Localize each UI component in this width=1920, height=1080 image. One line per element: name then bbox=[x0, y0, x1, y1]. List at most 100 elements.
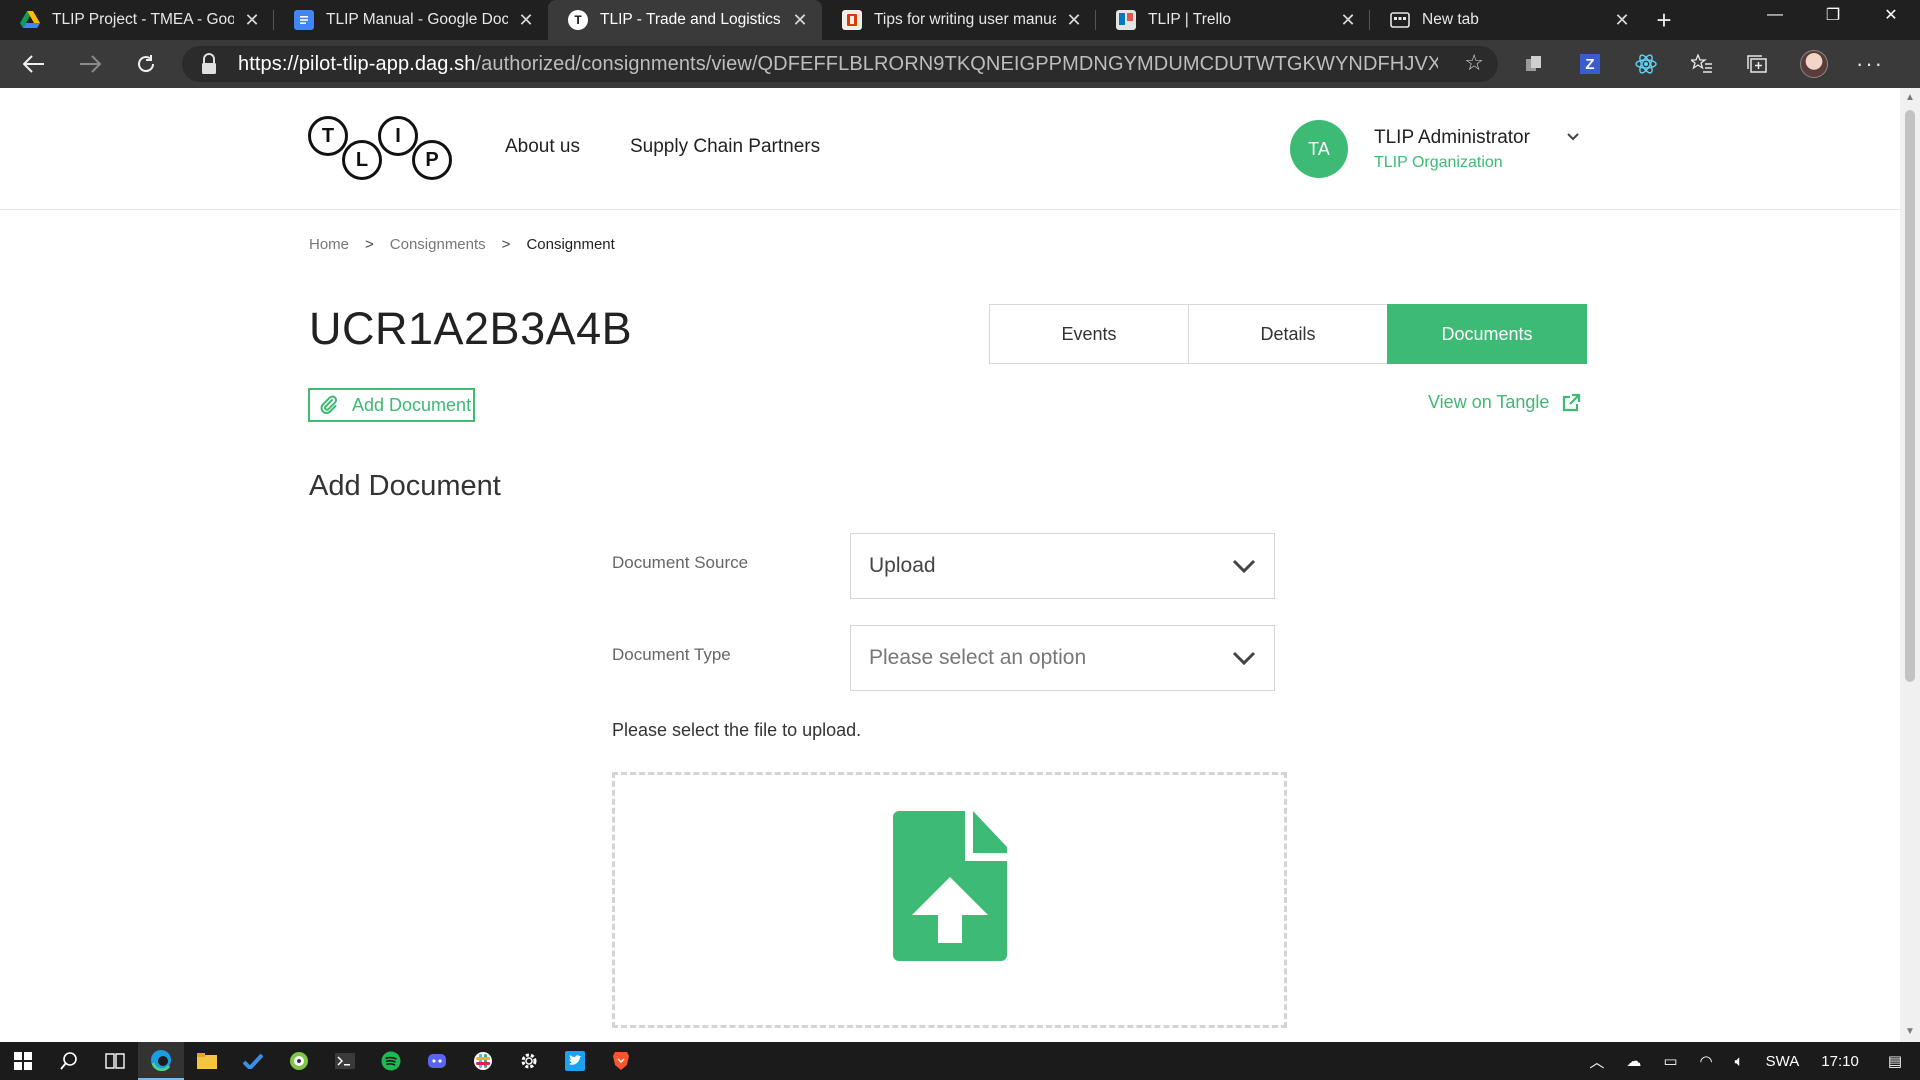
address-bar[interactable]: https://pilot-tlip-app.dag.sh/authorized… bbox=[182, 46, 1498, 82]
minimize-icon[interactable]: — bbox=[1746, 0, 1804, 30]
favorites-icon[interactable] bbox=[1674, 40, 1730, 88]
external-link-icon bbox=[1563, 393, 1581, 411]
chevron-up-icon[interactable]: ︿ bbox=[1578, 1051, 1615, 1072]
new-tab-button[interactable]: + bbox=[1644, 0, 1684, 40]
close-icon[interactable]: ✕ bbox=[1064, 10, 1084, 31]
close-window-icon[interactable]: ✕ bbox=[1862, 0, 1920, 30]
main-nav: About us Supply Chain Partners bbox=[505, 136, 820, 158]
notifications-icon[interactable]: ▤ bbox=[1870, 1052, 1920, 1070]
lock-icon[interactable] bbox=[200, 53, 218, 75]
paperclip-icon bbox=[320, 395, 338, 414]
collections-ext-icon[interactable] bbox=[1506, 40, 1562, 88]
browser-tab[interactable]: TLIP Project - TMEA - Google ✕ bbox=[0, 0, 274, 40]
collections-icon[interactable] bbox=[1730, 40, 1786, 88]
wifi-icon[interactable]: ◠ bbox=[1689, 1052, 1724, 1070]
page-scrollbar[interactable]: ▲ ▼ bbox=[1900, 88, 1920, 1042]
spotify-icon[interactable] bbox=[368, 1042, 414, 1080]
url-host: https://pilot-tlip-app.dag.sh bbox=[238, 52, 476, 75]
google-drive-icon bbox=[20, 10, 40, 30]
brave-icon[interactable] bbox=[598, 1042, 644, 1080]
browser-tab[interactable]: Tips for writing user manuals ✕ bbox=[822, 0, 1096, 40]
document-source-select[interactable]: Upload bbox=[850, 533, 1275, 599]
view-on-tangle-link[interactable]: View on Tangle bbox=[1428, 392, 1581, 413]
task-view-icon[interactable] bbox=[92, 1042, 138, 1080]
file-upload-icon[interactable] bbox=[893, 811, 1007, 962]
new-tab-icon bbox=[1390, 10, 1410, 30]
user-name: TLIP Administrator bbox=[1374, 126, 1530, 148]
browser-tab[interactable]: TLIP Manual - Google Docs ✕ bbox=[274, 0, 548, 40]
close-icon[interactable]: ✕ bbox=[1612, 10, 1632, 31]
window-controls: — ❐ ✕ bbox=[1746, 0, 1920, 32]
page-title: UCR1A2B3A4B bbox=[309, 303, 633, 354]
logo-letter: P bbox=[412, 140, 452, 180]
react-devtools-icon[interactable] bbox=[1618, 40, 1674, 88]
close-icon[interactable]: ✕ bbox=[516, 10, 536, 31]
terminal-icon[interactable] bbox=[322, 1042, 368, 1080]
twitter-icon[interactable] bbox=[552, 1042, 598, 1080]
add-document-button[interactable]: Add Document bbox=[308, 388, 476, 422]
favorite-star-icon[interactable]: ☆ bbox=[1464, 50, 1484, 76]
volume-icon[interactable]: 🔈︎ bbox=[1724, 1053, 1755, 1070]
battery-icon[interactable]: ▭ bbox=[1652, 1052, 1688, 1070]
back-icon[interactable] bbox=[6, 40, 62, 88]
user-menu[interactable]: TA TLIP Administrator TLIP Organization bbox=[1290, 120, 1530, 178]
browser-tab-active[interactable]: T TLIP - Trade and Logistics Inf ✕ bbox=[548, 0, 822, 40]
clock[interactable]: 17:10 bbox=[1810, 1053, 1870, 1070]
document-type-label: Document Type bbox=[612, 645, 731, 664]
file-explorer-icon[interactable] bbox=[184, 1042, 230, 1080]
windows-start-icon[interactable] bbox=[0, 1042, 46, 1080]
more-menu-icon[interactable]: ··· bbox=[1842, 40, 1898, 88]
browser-tab[interactable]: New tab ✕ bbox=[1370, 0, 1644, 40]
close-icon[interactable]: ✕ bbox=[790, 10, 810, 31]
scrollbar-thumb[interactable] bbox=[1905, 110, 1915, 682]
search-icon[interactable] bbox=[46, 1042, 92, 1080]
tab-documents[interactable]: Documents bbox=[1387, 304, 1587, 364]
browser-tab-title: TLIP Manual - Google Docs bbox=[326, 11, 508, 28]
todo-icon[interactable] bbox=[230, 1042, 276, 1080]
nav-about-us[interactable]: About us bbox=[505, 136, 580, 158]
document-source-label: Document Source bbox=[612, 553, 749, 572]
slack-icon[interactable] bbox=[460, 1042, 506, 1080]
settings-icon[interactable] bbox=[506, 1042, 552, 1080]
nav-supply-chain-partners[interactable]: Supply Chain Partners bbox=[630, 136, 820, 158]
avatar[interactable]: TA bbox=[1290, 120, 1348, 178]
profile-avatar-icon[interactable] bbox=[1786, 40, 1842, 88]
edge-icon[interactable] bbox=[138, 1042, 184, 1080]
chevron-down-icon[interactable] bbox=[1566, 130, 1580, 144]
scroll-down-icon[interactable]: ▼ bbox=[1904, 1026, 1916, 1038]
breadcrumb-separator: > bbox=[501, 236, 511, 253]
breadcrumb: Home > Consignments > Consignment bbox=[309, 236, 615, 253]
url-text: https://pilot-tlip-app.dag.sh/authorized… bbox=[238, 53, 1438, 76]
browser-tab-title: TLIP - Trade and Logistics Inf bbox=[600, 11, 782, 28]
breadcrumb-home[interactable]: Home bbox=[309, 236, 349, 253]
close-icon[interactable]: ✕ bbox=[242, 10, 262, 31]
zoom-ext-icon[interactable]: Z bbox=[1562, 40, 1618, 88]
breadcrumb-separator: > bbox=[365, 236, 374, 253]
discord-icon[interactable] bbox=[414, 1042, 460, 1080]
document-type-select[interactable]: Please select an option bbox=[850, 625, 1275, 691]
document-type-placeholder: Please select an option bbox=[869, 646, 1087, 669]
user-info: TLIP Administrator TLIP Organization bbox=[1374, 127, 1530, 172]
browser-tab-title: TLIP | Trello bbox=[1148, 11, 1231, 28]
logo-letter: T bbox=[308, 116, 348, 156]
reload-icon[interactable] bbox=[118, 40, 174, 88]
user-organization: TLIP Organization bbox=[1374, 153, 1503, 171]
tor-icon[interactable] bbox=[276, 1042, 322, 1080]
browser-tab-title: Tips for writing user manuals bbox=[874, 11, 1056, 28]
close-icon[interactable]: ✕ bbox=[1338, 10, 1358, 31]
tab-details[interactable]: Details bbox=[1188, 304, 1388, 364]
browser-tab-title: TLIP Project - TMEA - Google bbox=[52, 11, 234, 28]
breadcrumb-consignments[interactable]: Consignments bbox=[390, 236, 486, 253]
browser-extensions: Z ··· bbox=[1506, 40, 1898, 88]
scroll-up-icon[interactable]: ▲ bbox=[1904, 92, 1916, 104]
browser-tab[interactable]: TLIP | Trello ✕ bbox=[1096, 0, 1370, 40]
onedrive-icon[interactable]: ☁ bbox=[1615, 1052, 1652, 1070]
site-header: T L I P About us Supply Chain Partners T… bbox=[0, 88, 1900, 210]
trello-icon bbox=[1116, 10, 1136, 30]
language-indicator[interactable]: SWA bbox=[1755, 1053, 1811, 1070]
tab-events[interactable]: Events bbox=[989, 304, 1189, 364]
maximize-icon[interactable]: ❐ bbox=[1804, 0, 1862, 30]
forward-icon[interactable] bbox=[62, 40, 118, 88]
tlip-logo[interactable]: T L I P bbox=[308, 116, 456, 180]
tlip-icon: T bbox=[568, 10, 588, 30]
